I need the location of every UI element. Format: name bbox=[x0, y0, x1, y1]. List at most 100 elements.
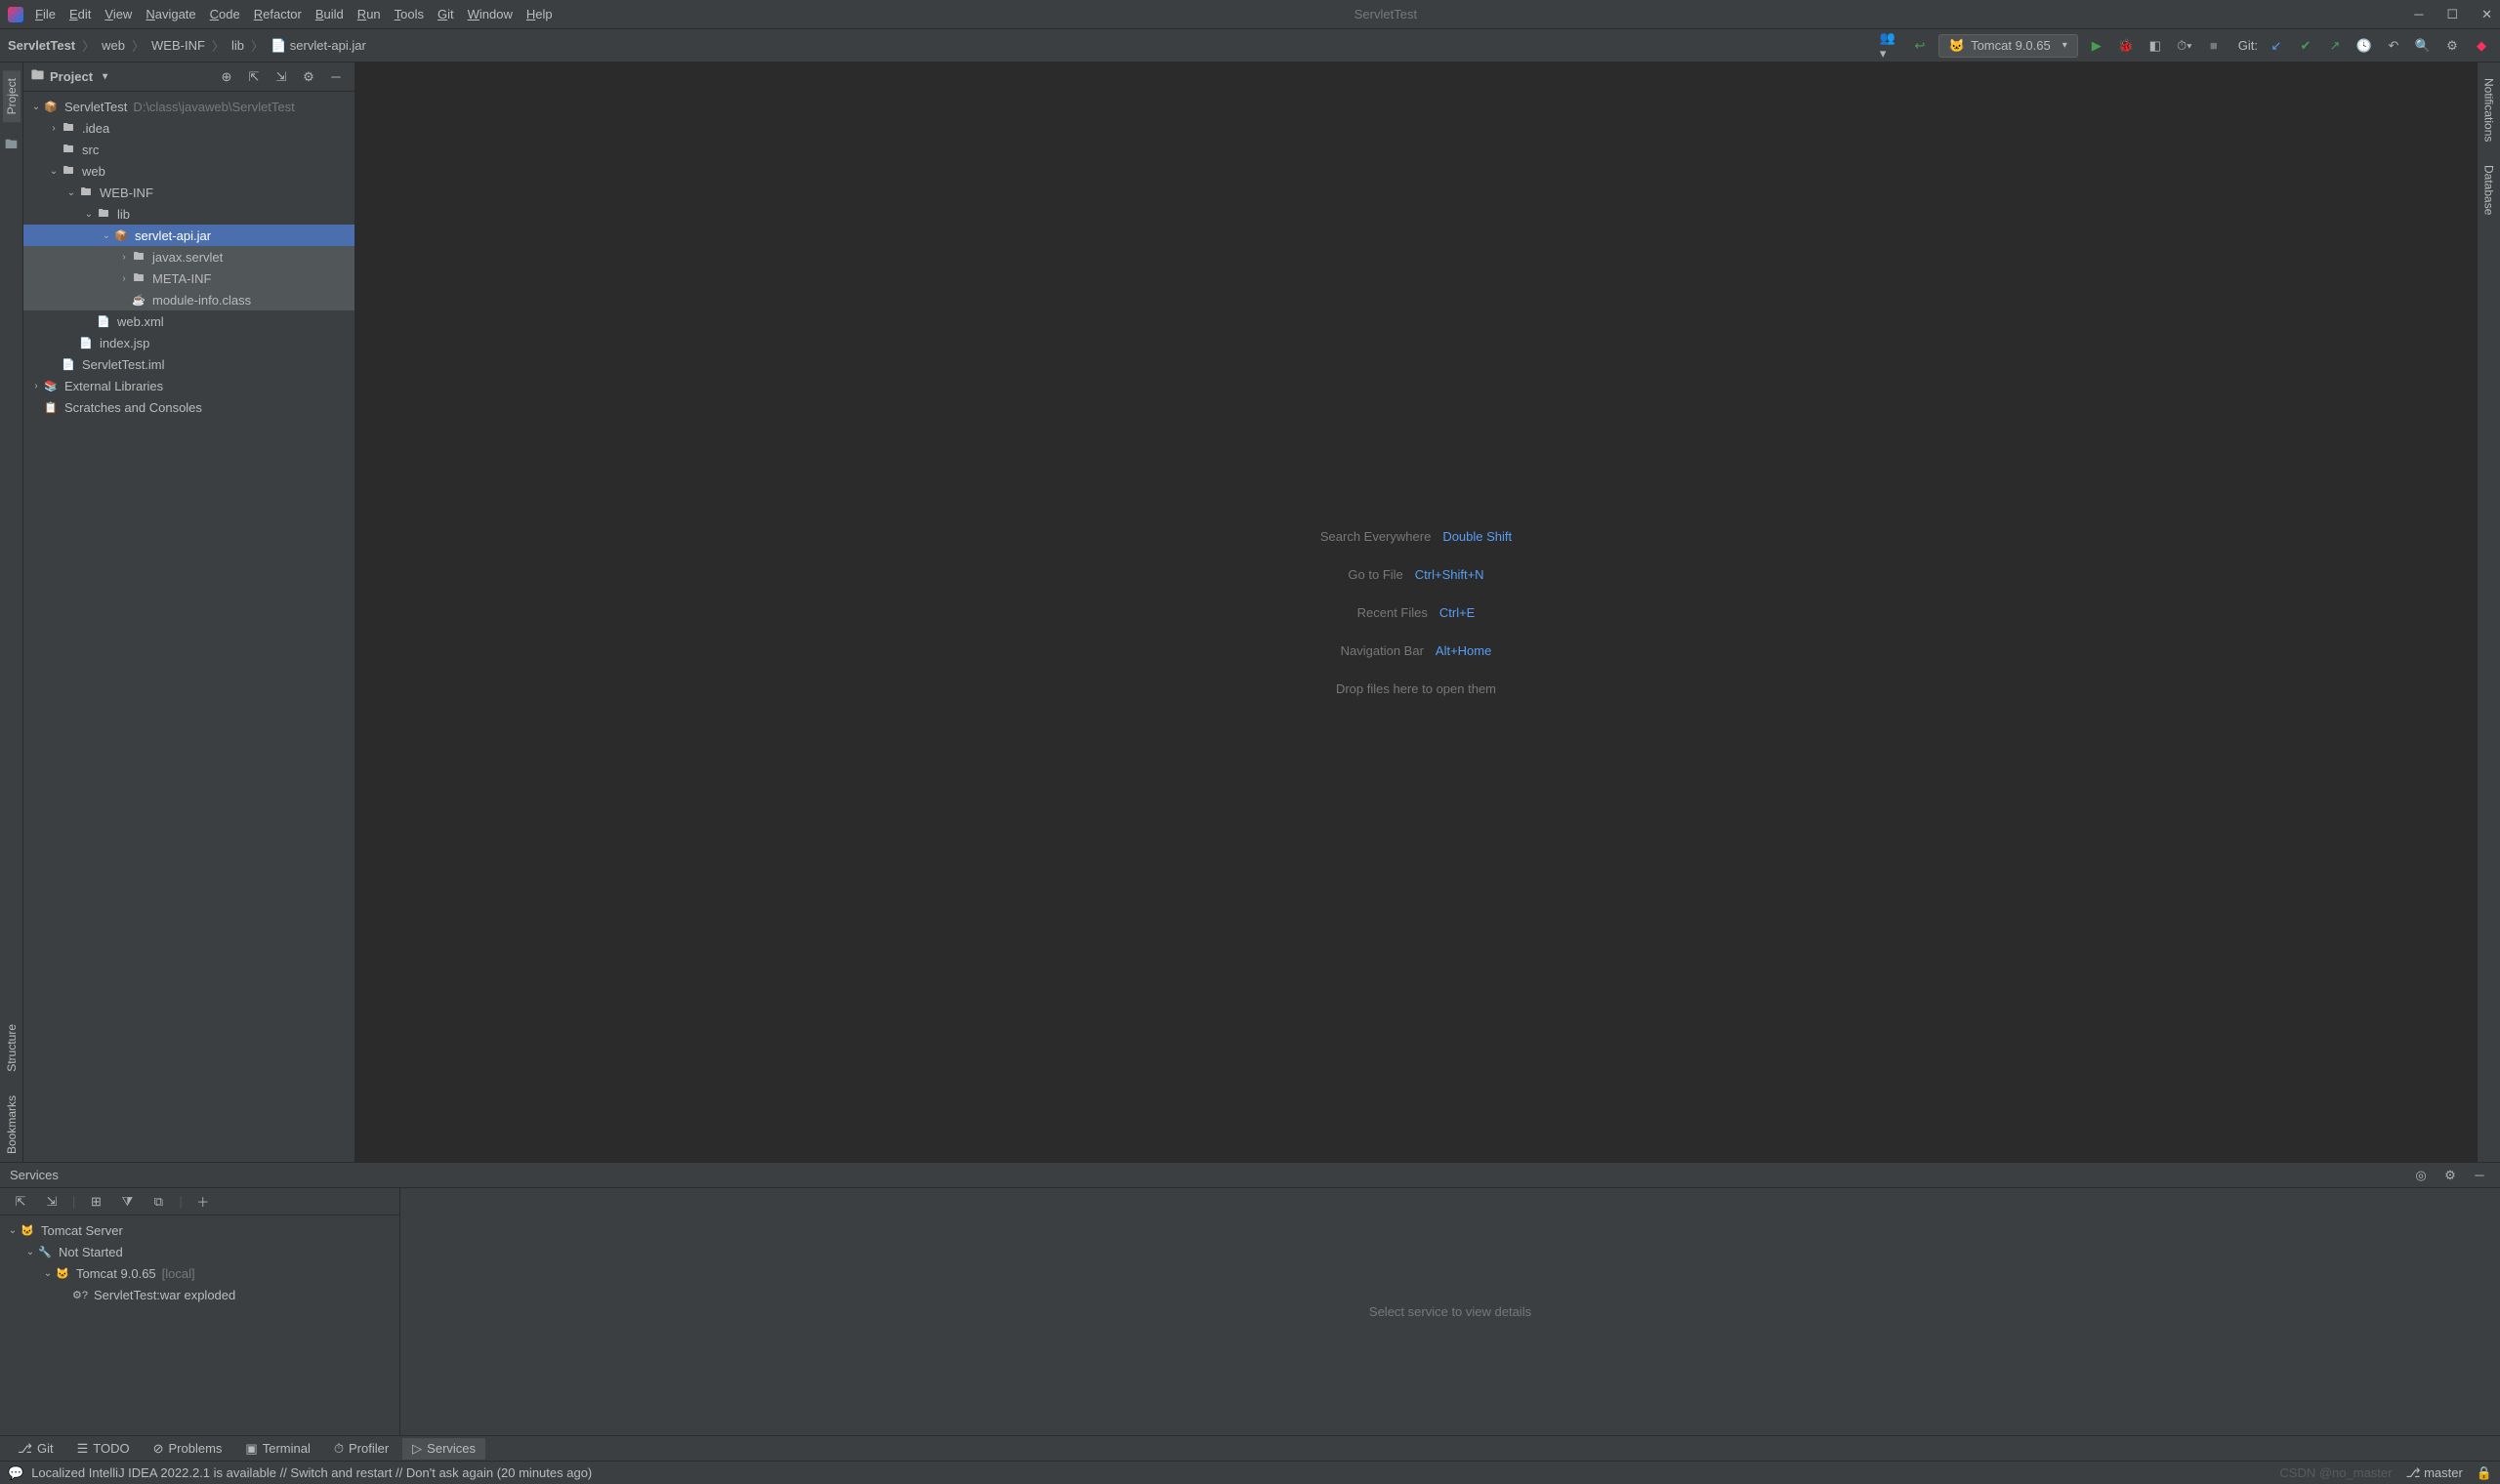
tree-item[interactable]: ›🖿.idea bbox=[23, 117, 354, 139]
breadcrumb-item[interactable]: lib bbox=[231, 38, 244, 53]
coverage-icon[interactable]: ◧ bbox=[2145, 35, 2166, 57]
tree-item[interactable]: ›🖿META-INF bbox=[23, 268, 354, 289]
bookmarks-tool-tab[interactable]: Bookmarks bbox=[3, 1088, 21, 1162]
tree-item[interactable]: ☕module-info.class bbox=[23, 289, 354, 310]
git-rollback-icon[interactable]: ↶ bbox=[2383, 35, 2404, 57]
service-item[interactable]: ⌄🐱Tomcat 9.0.65[local] bbox=[0, 1262, 399, 1284]
bottom-tab-todo[interactable]: ☰TODO bbox=[67, 1438, 140, 1460]
project-panel-title[interactable]: 🖿Project▾ bbox=[31, 66, 107, 88]
tree-arrow-icon[interactable]: › bbox=[47, 123, 61, 134]
bottom-tab-problems[interactable]: ⊘Problems bbox=[144, 1438, 232, 1460]
tree-arrow-icon[interactable]: ⌄ bbox=[41, 1268, 55, 1279]
tree-item[interactable]: ›📚External Libraries bbox=[23, 375, 354, 396]
collapse-icon[interactable]: ⇲ bbox=[41, 1191, 62, 1213]
service-item[interactable]: ⚙?ServletTest:war exploded bbox=[0, 1284, 399, 1305]
bottom-tab-terminal[interactable]: ▣Terminal bbox=[235, 1438, 319, 1460]
status-message[interactable]: Localized IntelliJ IDEA 2022.2.1 is avai… bbox=[31, 1465, 592, 1480]
tree-arrow-icon[interactable]: › bbox=[29, 381, 43, 392]
services-locate-icon[interactable]: ◎ bbox=[2410, 1165, 2432, 1186]
tree-arrow-icon[interactable]: › bbox=[117, 252, 131, 263]
git-branch[interactable]: ⎇ master bbox=[2405, 1465, 2462, 1481]
tree-item[interactable]: 📄ServletTest.iml bbox=[23, 353, 354, 375]
view-mode-icon[interactable]: ⧉ bbox=[147, 1191, 169, 1213]
tree-arrow-icon[interactable]: ⌄ bbox=[47, 166, 61, 177]
tree-arrow-icon[interactable]: ⌄ bbox=[6, 1225, 20, 1236]
structure-tool-tab[interactable]: Structure bbox=[3, 1016, 21, 1080]
expand-all-icon[interactable]: ⇱ bbox=[243, 66, 265, 88]
hide-panel-icon[interactable]: ─ bbox=[325, 66, 347, 88]
tree-item[interactable]: ⌄🖿web bbox=[23, 160, 354, 182]
group-icon[interactable]: ⊞ bbox=[85, 1191, 106, 1213]
close-icon[interactable]: ✕ bbox=[2481, 7, 2492, 22]
users-icon[interactable]: 👥▾ bbox=[1880, 35, 1901, 57]
git-history-icon[interactable]: 🕓 bbox=[2354, 35, 2375, 57]
project-tree[interactable]: ⌄📦ServletTestD:\class\javaweb\ServletTes… bbox=[23, 92, 354, 1162]
lock-icon[interactable]: 🔒 bbox=[2477, 1465, 2492, 1481]
database-tool-tab[interactable]: Database bbox=[2480, 157, 2498, 223]
breadcrumb-item[interactable]: WEB-INF bbox=[151, 38, 205, 53]
bottom-tab-services[interactable]: ▷Services bbox=[402, 1438, 485, 1460]
services-settings-icon[interactable]: ⚙ bbox=[2439, 1165, 2461, 1186]
breadcrumb-item[interactable]: web bbox=[102, 38, 125, 53]
breadcrumb[interactable]: ServletTest〉web〉WEB-INF〉lib〉📄 servlet-ap… bbox=[8, 36, 366, 55]
tree-item[interactable]: ⌄🖿lib bbox=[23, 203, 354, 225]
tree-item[interactable]: ⌄📦ServletTestD:\class\javaweb\ServletTes… bbox=[23, 96, 354, 117]
collapse-all-icon[interactable]: ⇲ bbox=[271, 66, 292, 88]
tree-arrow-icon[interactable]: › bbox=[117, 273, 131, 284]
back-arrow-icon[interactable]: ↩ bbox=[1909, 35, 1931, 57]
project-tool-tab[interactable]: Project bbox=[3, 70, 21, 122]
bottom-tab-git[interactable]: ⎇Git bbox=[8, 1438, 63, 1460]
tree-arrow-icon[interactable]: ⌄ bbox=[29, 102, 43, 112]
status-event-icon[interactable]: 💬 bbox=[8, 1465, 23, 1481]
services-title: Services bbox=[10, 1168, 59, 1182]
service-item[interactable]: ⌄🐱Tomcat Server bbox=[0, 1219, 399, 1241]
stop-icon[interactable]: ■ bbox=[2203, 35, 2225, 57]
menu-code[interactable]: Code bbox=[210, 7, 240, 21]
expand-icon[interactable]: ⇱ bbox=[10, 1191, 31, 1213]
services-tree[interactable]: ⌄🐱Tomcat Server⌄🔧Not Started⌄🐱Tomcat 9.0… bbox=[0, 1216, 399, 1435]
run-icon[interactable]: ▶ bbox=[2086, 35, 2107, 57]
select-opened-file-icon[interactable]: ⊕ bbox=[216, 66, 237, 88]
menu-build[interactable]: Build bbox=[315, 7, 344, 21]
debug-icon[interactable]: 🐞 bbox=[2115, 35, 2137, 57]
maximize-icon[interactable]: ☐ bbox=[2446, 7, 2458, 22]
add-service-icon[interactable]: ＋ bbox=[192, 1191, 214, 1213]
menu-file[interactable]: File bbox=[35, 7, 56, 21]
notifications-tool-tab[interactable]: Notifications bbox=[2480, 70, 2498, 149]
run-configuration-selector[interactable]: 🐱 Tomcat 9.0.65 bbox=[1938, 34, 2078, 58]
tree-item[interactable]: 📋Scratches and Consoles bbox=[23, 396, 354, 418]
settings-icon[interactable]: ⚙ bbox=[2441, 35, 2463, 57]
menu-edit[interactable]: Edit bbox=[69, 7, 91, 21]
git-push-icon[interactable]: ↗ bbox=[2324, 35, 2346, 57]
tree-arrow-icon[interactable]: ⌄ bbox=[23, 1247, 37, 1257]
service-item[interactable]: ⌄🔧Not Started bbox=[0, 1241, 399, 1262]
tree-item[interactable]: ›🖿javax.servlet bbox=[23, 246, 354, 268]
watermark: CSDN @no_master bbox=[2279, 1465, 2392, 1480]
menu-view[interactable]: View bbox=[104, 7, 132, 21]
git-pull-icon[interactable]: ↙ bbox=[2266, 35, 2287, 57]
folder-icon[interactable]: 🖿 bbox=[5, 136, 18, 157]
tree-arrow-icon[interactable]: ⌄ bbox=[100, 230, 113, 241]
breadcrumb-item[interactable]: ServletTest bbox=[8, 38, 75, 53]
panel-settings-icon[interactable]: ⚙ bbox=[298, 66, 319, 88]
tree-arrow-icon[interactable]: ⌄ bbox=[82, 209, 96, 220]
tree-item[interactable]: 📄web.xml bbox=[23, 310, 354, 332]
filter-icon[interactable]: ⧩ bbox=[116, 1191, 138, 1213]
editor-hint: Navigation BarAlt+Home bbox=[1341, 643, 1492, 658]
bottom-tab-profiler[interactable]: ⏱Profiler bbox=[324, 1438, 398, 1460]
breadcrumb-item[interactable]: 📄 servlet-api.jar bbox=[271, 38, 366, 54]
editor-area[interactable]: Search EverywhereDouble ShiftGo to FileC… bbox=[355, 62, 2477, 1162]
tree-arrow-icon[interactable]: ⌄ bbox=[64, 187, 78, 198]
git-commit-icon[interactable]: ✔ bbox=[2295, 35, 2316, 57]
menu-refactor[interactable]: Refactor bbox=[254, 7, 302, 21]
search-icon[interactable]: 🔍 bbox=[2412, 35, 2434, 57]
tree-item[interactable]: ⌄📦servlet-api.jar bbox=[23, 225, 354, 246]
minimize-icon[interactable]: ─ bbox=[2414, 7, 2423, 22]
profiler-run-icon[interactable]: ⏱▾ bbox=[2174, 35, 2195, 57]
tab-label: Terminal bbox=[263, 1441, 311, 1456]
tree-item[interactable]: 📄index.jsp bbox=[23, 332, 354, 353]
tree-item[interactable]: 🖿src bbox=[23, 139, 354, 160]
services-hide-icon[interactable]: ─ bbox=[2469, 1165, 2490, 1186]
tree-item[interactable]: ⌄🖿WEB-INF bbox=[23, 182, 354, 203]
menu-navigate[interactable]: Navigate bbox=[146, 7, 195, 21]
